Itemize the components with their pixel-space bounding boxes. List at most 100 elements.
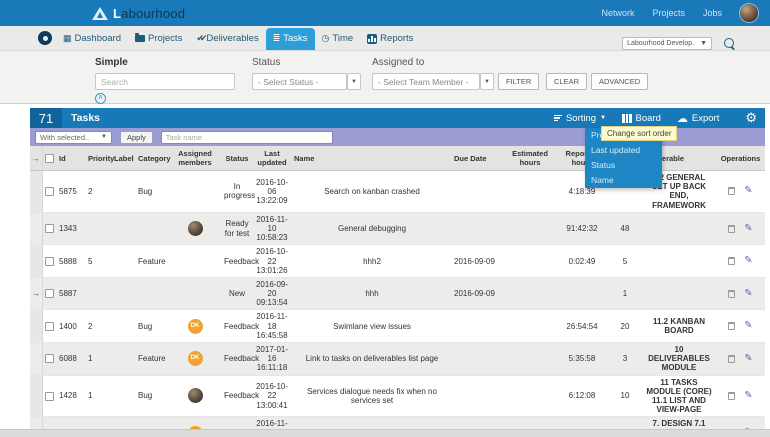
apply-button[interactable]: Apply xyxy=(120,130,153,144)
search-icon[interactable] xyxy=(724,37,736,50)
cell-priority: 1 xyxy=(86,375,112,418)
collapse-filters-button[interactable]: ∧ xyxy=(95,93,106,104)
task-name-filter-input[interactable] xyxy=(160,130,333,144)
row-checkbox-cell xyxy=(42,244,57,278)
trash-icon[interactable] xyxy=(728,354,736,363)
settings-gear-icon[interactable]: ⚙ xyxy=(745,110,757,126)
select-all-checkbox[interactable] xyxy=(45,153,55,163)
user-avatar[interactable] xyxy=(740,4,758,22)
cell-name[interactable]: Link to tasks on deliverables list page xyxy=(292,342,452,376)
filter-button[interactable]: FILTER xyxy=(498,73,540,90)
pencil-icon[interactable]: ✎ xyxy=(744,256,752,266)
cell-operations: ✎ xyxy=(716,212,765,246)
nav-tab-label: Projects xyxy=(148,33,183,44)
top-link-projects[interactable]: Projects xyxy=(652,8,685,18)
pencil-icon[interactable]: ✎ xyxy=(744,321,752,331)
sort-option-last-updated[interactable]: Last updated xyxy=(585,143,662,158)
project-context-select[interactable]: Labourhood Develop. ▼ xyxy=(622,37,712,50)
cell-id: 1428 xyxy=(57,375,86,418)
row-checkbox[interactable] xyxy=(45,256,55,266)
cell-assigned-members xyxy=(168,244,222,278)
cell-name[interactable]: hhh2 xyxy=(292,244,452,278)
assigned-select[interactable]: - Select Team Member - xyxy=(372,73,480,90)
cell-priority xyxy=(86,277,112,311)
row-checkbox[interactable] xyxy=(45,224,55,234)
with-selected-select[interactable]: With selected.. ▼ xyxy=(35,130,112,144)
nav-tab-label: Deliverables xyxy=(206,33,259,44)
top-link-network[interactable]: Network xyxy=(601,8,634,18)
bar-chart-icon xyxy=(367,33,378,44)
cell-name[interactable]: General debugging xyxy=(292,212,452,246)
nav-tab-tasks[interactable]: ≣ Tasks xyxy=(265,28,315,50)
assigned-filter-label: Assigned to xyxy=(372,57,425,68)
search-input[interactable] xyxy=(95,73,235,90)
cell-name[interactable]: Search on kanban crashed xyxy=(292,170,452,213)
updated-time: 16:45:58 xyxy=(256,330,288,340)
dashboard-icon: ▦ xyxy=(63,33,72,43)
sorting-button[interactable]: Sorting ▼ xyxy=(553,112,606,124)
row-checkbox[interactable] xyxy=(45,354,55,364)
cell-estimated-hours xyxy=(504,309,556,343)
nav-tab-time[interactable]: ◷ Time xyxy=(315,28,361,50)
caret-down-icon: ▼ xyxy=(101,134,107,140)
column-header-id: Id xyxy=(57,146,86,171)
top-link-jobs[interactable]: Jobs xyxy=(703,8,722,18)
row-checkbox-cell xyxy=(42,212,57,246)
pencil-icon[interactable]: ✎ xyxy=(744,186,752,196)
nav-tab-reports[interactable]: Reports xyxy=(360,28,420,50)
row-checkbox[interactable] xyxy=(45,289,55,299)
nav-tab-projects[interactable]: Projects xyxy=(128,28,189,50)
advanced-button[interactable]: ADVANCED xyxy=(591,73,649,90)
cell-assigned-members xyxy=(168,212,222,246)
member-avatar-initials[interactable]: DK xyxy=(187,318,203,334)
export-button[interactable]: ☁ Export xyxy=(677,112,719,125)
trash-icon[interactable] xyxy=(728,187,736,196)
column-header-due-date: Due Date xyxy=(452,146,504,171)
cell-name[interactable]: Swimlane view issues xyxy=(292,309,452,343)
row-checkbox[interactable] xyxy=(45,187,55,197)
row-checkbox[interactable] xyxy=(45,391,55,401)
row-checkbox-cell xyxy=(42,342,57,376)
trash-icon[interactable] xyxy=(728,289,736,298)
task-count-badge: 71 xyxy=(30,108,62,128)
table-row: → 5887 New 2016-09-20 09:13:54 hhh 2016-09-09 1… xyxy=(30,277,765,311)
nav-tab-dashboard[interactable]: ▦ Dashboard xyxy=(56,28,128,50)
cell-number: 1 xyxy=(608,277,642,311)
member-avatar-photo[interactable] xyxy=(187,221,203,237)
pencil-icon[interactable]: ✎ xyxy=(744,390,752,401)
member-avatar-photo[interactable] xyxy=(187,388,203,404)
sorting-label: Sorting xyxy=(565,112,597,124)
nav-home-circle-button[interactable] xyxy=(38,31,52,45)
status-select[interactable]: - Select Status - xyxy=(252,73,347,90)
pencil-icon[interactable]: ✎ xyxy=(744,223,752,234)
pencil-icon[interactable]: ✎ xyxy=(744,288,752,299)
sort-option-name[interactable]: Name xyxy=(585,173,662,188)
board-view-button[interactable]: Board xyxy=(622,113,661,124)
row-gutter-cell xyxy=(30,212,43,246)
assigned-select-caret-icon[interactable]: ▼ xyxy=(480,73,494,90)
sort-tooltip: Change sort order xyxy=(601,126,678,141)
status-select-caret-icon[interactable]: ▼ xyxy=(347,73,361,90)
cell-id: 5888 xyxy=(57,244,86,278)
nav-tab-label: Dashboard xyxy=(74,33,121,44)
row-checkbox[interactable] xyxy=(45,321,55,331)
column-header-operations: Operations xyxy=(716,146,765,171)
row-arrow-icon[interactable]: → xyxy=(32,289,40,298)
trash-icon[interactable] xyxy=(728,257,736,266)
trash-icon[interactable] xyxy=(728,391,736,400)
cell-status: In progress xyxy=(222,170,255,213)
member-avatar-initials[interactable]: DK xyxy=(187,351,203,367)
cell-name[interactable]: Services dialogue needs fix when no serv… xyxy=(292,375,452,418)
cell-reported-hours: 0:02:49 xyxy=(556,244,608,278)
table-row: 5888 5 Feature Feedback 2016-10-22 13:01:26 hh… xyxy=(30,244,765,278)
clear-button[interactable]: CLEAR xyxy=(546,73,588,90)
brand-logo[interactable]: Labourhood xyxy=(92,6,185,21)
nav-tab-deliverables[interactable]: ✔✔ Deliverables xyxy=(189,28,265,50)
cell-name[interactable]: hhh xyxy=(292,277,452,311)
pencil-icon[interactable]: ✎ xyxy=(744,353,752,364)
trash-icon[interactable] xyxy=(728,322,736,331)
tasks-toolbar: 71 Tasks Sorting ▼ Board ☁ Export ⚙ xyxy=(30,108,765,128)
trash-icon[interactable] xyxy=(728,224,736,233)
dot-icon xyxy=(42,35,48,41)
sort-option-status[interactable]: Status xyxy=(585,158,662,173)
